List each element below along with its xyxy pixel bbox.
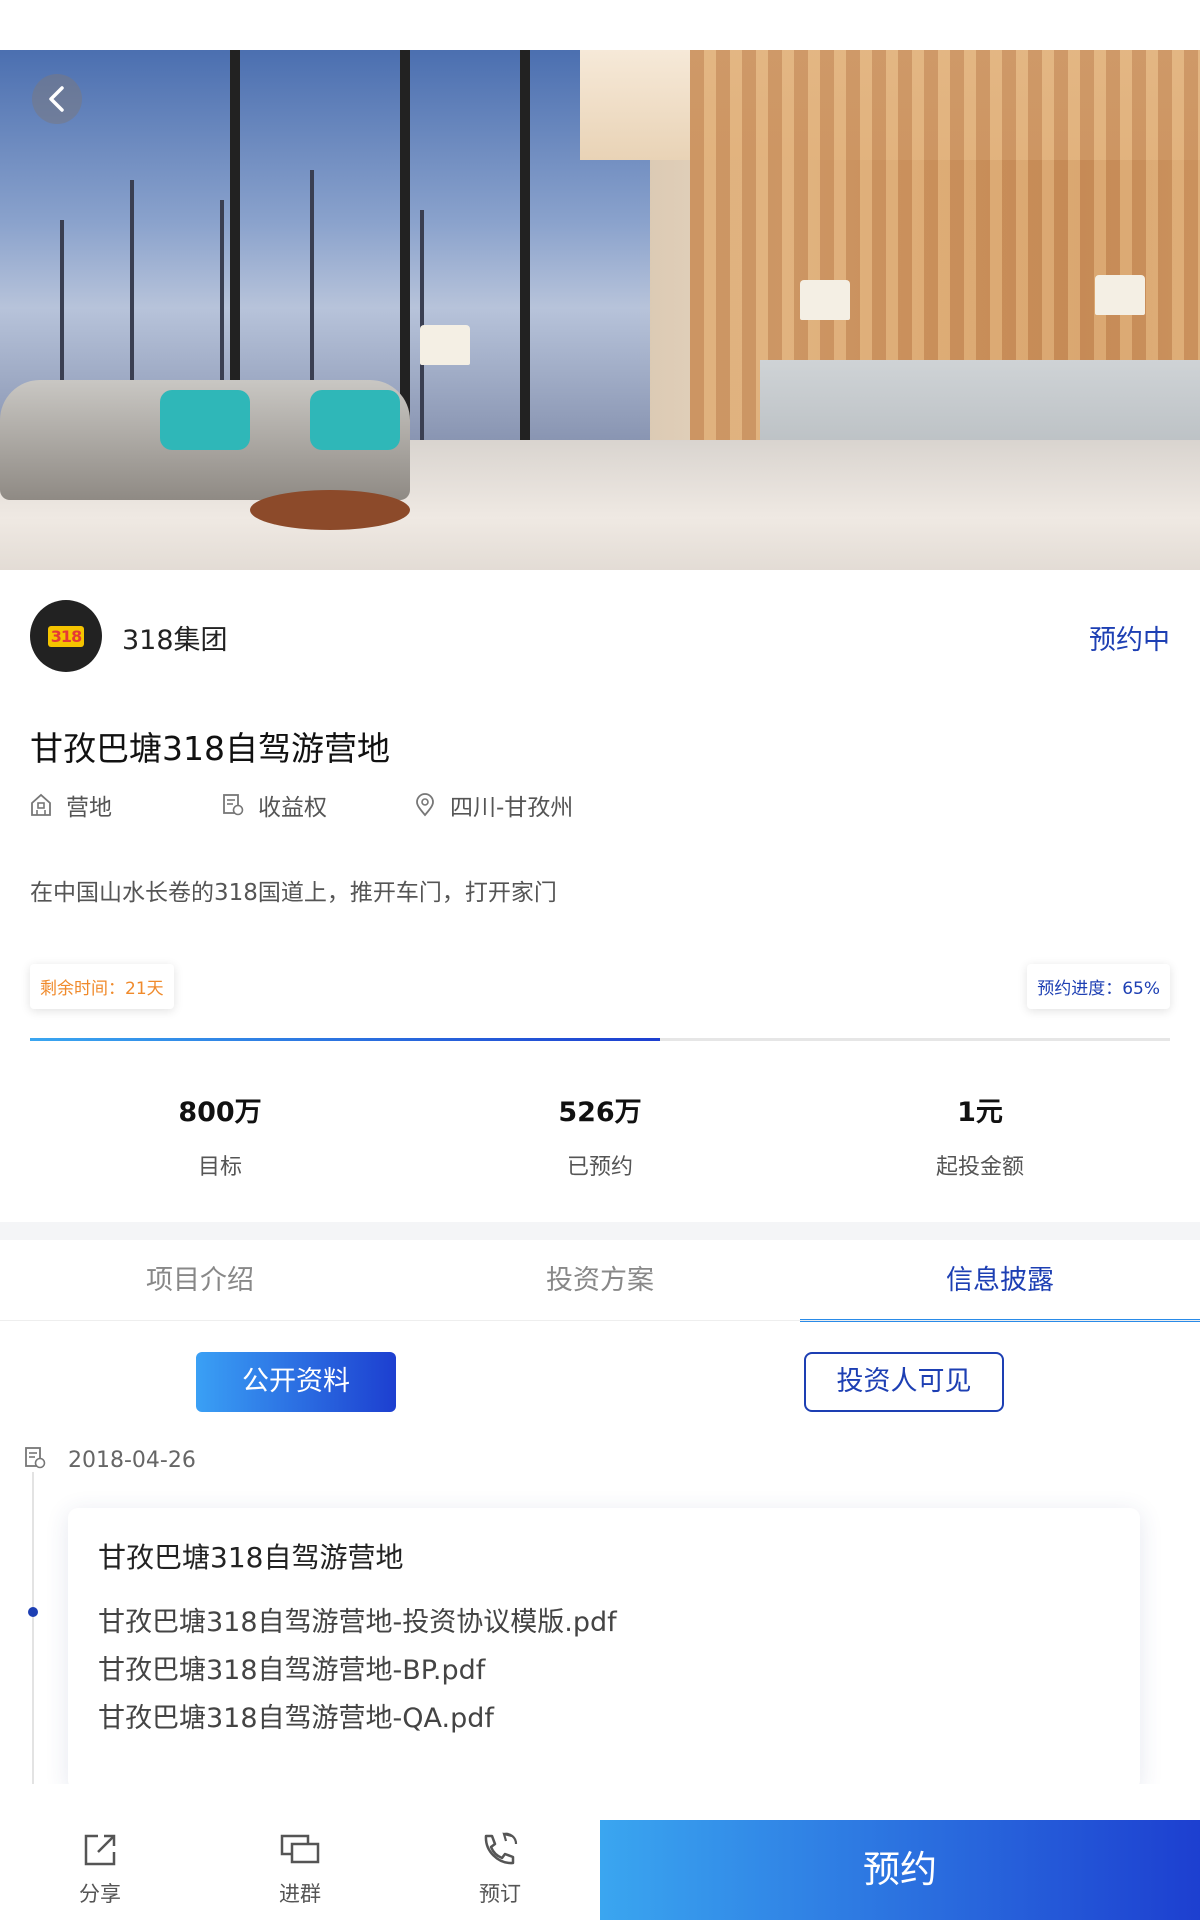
- tab-divider: [0, 1320, 1200, 1321]
- timeline-line: [32, 1472, 34, 1784]
- hero-pillow: [310, 390, 400, 450]
- file-link[interactable]: 甘孜巴塘318自驾游营地-BP.pdf: [98, 1648, 485, 1687]
- project-location: 四川-甘孜州: [414, 788, 573, 822]
- stat-value: 800万: [178, 1097, 262, 1128]
- file-link[interactable]: 甘孜巴塘318自驾游营地-QA.pdf: [98, 1696, 494, 1735]
- call-booking-label: 预订: [479, 1882, 521, 1906]
- back-button[interactable]: [32, 74, 82, 124]
- stats-row: 800万 目标 526万 已预约 1元 起投金额: [0, 1090, 1200, 1181]
- chevron-left-icon: [49, 86, 64, 112]
- chat-group-icon: [280, 1834, 320, 1864]
- share-button[interactable]: 分享: [50, 1830, 150, 1908]
- disclosure-title: 甘孜巴塘318自驾游营地: [98, 1541, 404, 1574]
- progress-bar: [30, 1038, 1170, 1041]
- phone-icon: [484, 1832, 518, 1865]
- tab-investment-plan[interactable]: 投资方案: [400, 1240, 800, 1320]
- investor-only-button[interactable]: 投资人可见: [804, 1352, 1004, 1412]
- project-description: 在中国山水长卷的318国道上，推开车门，打开家门: [30, 880, 557, 906]
- stat-reserved: 526万 已预约: [410, 1090, 790, 1181]
- org-logo-mark: 318: [47, 625, 85, 647]
- category-label: 营地: [66, 795, 112, 821]
- progress-badge: 预约进度：65%: [1027, 964, 1170, 1009]
- tab-disclosure[interactable]: 信息披露: [800, 1240, 1200, 1322]
- hero-lamp: [420, 325, 470, 365]
- timeline-document-icon: [24, 1446, 46, 1474]
- share-label: 分享: [79, 1882, 121, 1906]
- window-frame: [520, 50, 530, 450]
- disclosure-card: 甘孜巴塘318自驾游营地 甘孜巴塘318自驾游营地-投资协议模版.pdf 甘孜巴…: [68, 1508, 1140, 1790]
- join-group-label: 进群: [279, 1882, 321, 1906]
- public-materials-button[interactable]: 公开资料: [196, 1352, 396, 1412]
- hero-lamp: [1095, 275, 1145, 315]
- stat-label: 已预约: [566, 1155, 633, 1180]
- file-link[interactable]: 甘孜巴塘318自驾游营地-投资协议模版.pdf: [98, 1600, 617, 1639]
- reservation-status: 预约中: [1089, 625, 1170, 656]
- location-pin-icon: [416, 793, 434, 817]
- org-name[interactable]: 318集团: [122, 618, 228, 657]
- project-category: 营地: [30, 788, 112, 822]
- call-booking-button[interactable]: 预订: [450, 1830, 550, 1908]
- hero-image: [0, 50, 1200, 570]
- detail-tabs: 项目介绍 投资方案 信息披露: [0, 1240, 1200, 1322]
- document-icon: [25, 1447, 46, 1469]
- status-bar: [0, 0, 1200, 50]
- building-icon: [31, 793, 51, 816]
- hero-pillow: [160, 390, 250, 450]
- org-logo: 318: [30, 600, 102, 672]
- join-group-button[interactable]: 进群: [250, 1830, 350, 1908]
- stat-value: 1元: [957, 1097, 1003, 1128]
- section-divider: [0, 1222, 1200, 1240]
- right-type-label: 收益权: [258, 795, 327, 821]
- hero-lamp: [800, 280, 850, 320]
- stat-target: 800万 目标: [30, 1090, 410, 1181]
- stat-label: 目标: [197, 1155, 242, 1180]
- share-icon: [84, 1834, 116, 1866]
- disclosure-date: 2018-04-26: [68, 1448, 196, 1473]
- stat-value: 526万: [558, 1097, 642, 1128]
- hero-coffee-table: [250, 490, 410, 530]
- progress-bar-fill: [30, 1038, 660, 1041]
- tab-project-intro[interactable]: 项目介绍: [0, 1240, 400, 1320]
- stat-min-investment: 1元 起投金额: [790, 1090, 1170, 1181]
- reserve-button[interactable]: 预约: [600, 1820, 1200, 1920]
- stat-label: 起投金额: [935, 1155, 1024, 1180]
- project-title: 甘孜巴塘318自驾游营地: [30, 729, 390, 768]
- project-right-type: 收益权: [222, 788, 327, 822]
- remaining-time-badge: 剩余时间：21天: [30, 964, 174, 1009]
- location-label: 四川-甘孜州: [450, 795, 574, 821]
- timeline-dot: [28, 1607, 38, 1617]
- window-frame: [400, 50, 410, 450]
- document-icon: [223, 794, 244, 816]
